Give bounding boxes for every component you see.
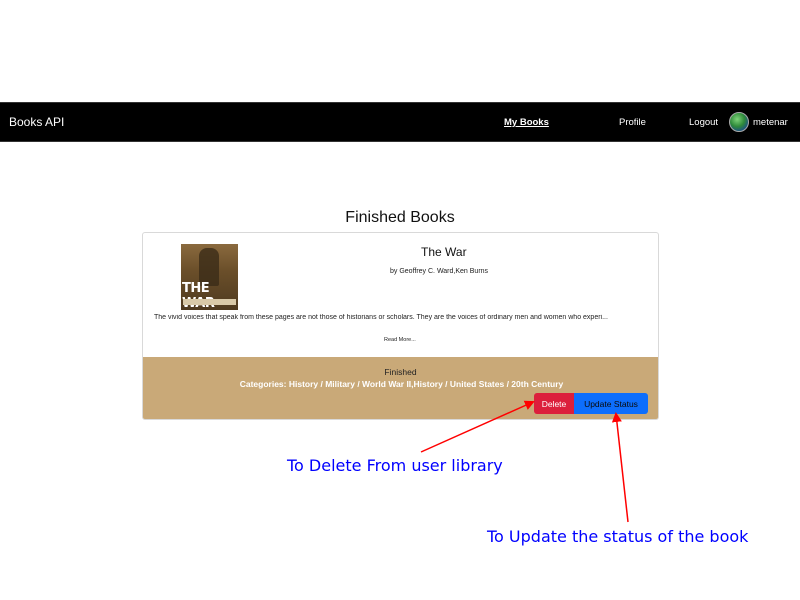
book-authors: by Geoffrey C. Ward,Ken Burns (390, 268, 489, 275)
top-navbar: Books API My Books Profile Logout metena… (0, 102, 800, 142)
read-more-link[interactable]: Read More... (384, 337, 416, 343)
delete-annotation: To Delete From user library (287, 456, 503, 475)
book-title: The War (421, 245, 467, 259)
card-footer: Finished Categories: History / Military … (143, 357, 658, 419)
book-card: THE WAR The War by Geoffrey C. Ward,Ken … (142, 232, 659, 420)
username-label[interactable]: metenar (753, 117, 788, 128)
nav-profile[interactable]: Profile (619, 117, 646, 128)
avatar-icon[interactable] (729, 112, 749, 132)
update-status-button[interactable]: Update Status (574, 393, 648, 414)
update-annotation: To Update the status of the book (487, 527, 749, 546)
brand-link[interactable]: Books API (9, 115, 64, 129)
cover-title-text: THE WAR (182, 281, 215, 310)
book-status: Finished (384, 367, 417, 377)
nav-my-books[interactable]: My Books (504, 117, 549, 128)
book-categories: Categories: History / Military / World W… (239, 379, 564, 389)
cover-subtitle-band (183, 299, 236, 305)
delete-button[interactable]: Delete (534, 393, 574, 414)
book-description: The vivid voices that speak from these p… (154, 314, 608, 321)
book-cover-image[interactable]: THE WAR (181, 244, 238, 310)
nav-logout[interactable]: Logout (689, 117, 718, 128)
update-arrow (611, 412, 629, 523)
page-title: Finished Books (345, 209, 455, 226)
